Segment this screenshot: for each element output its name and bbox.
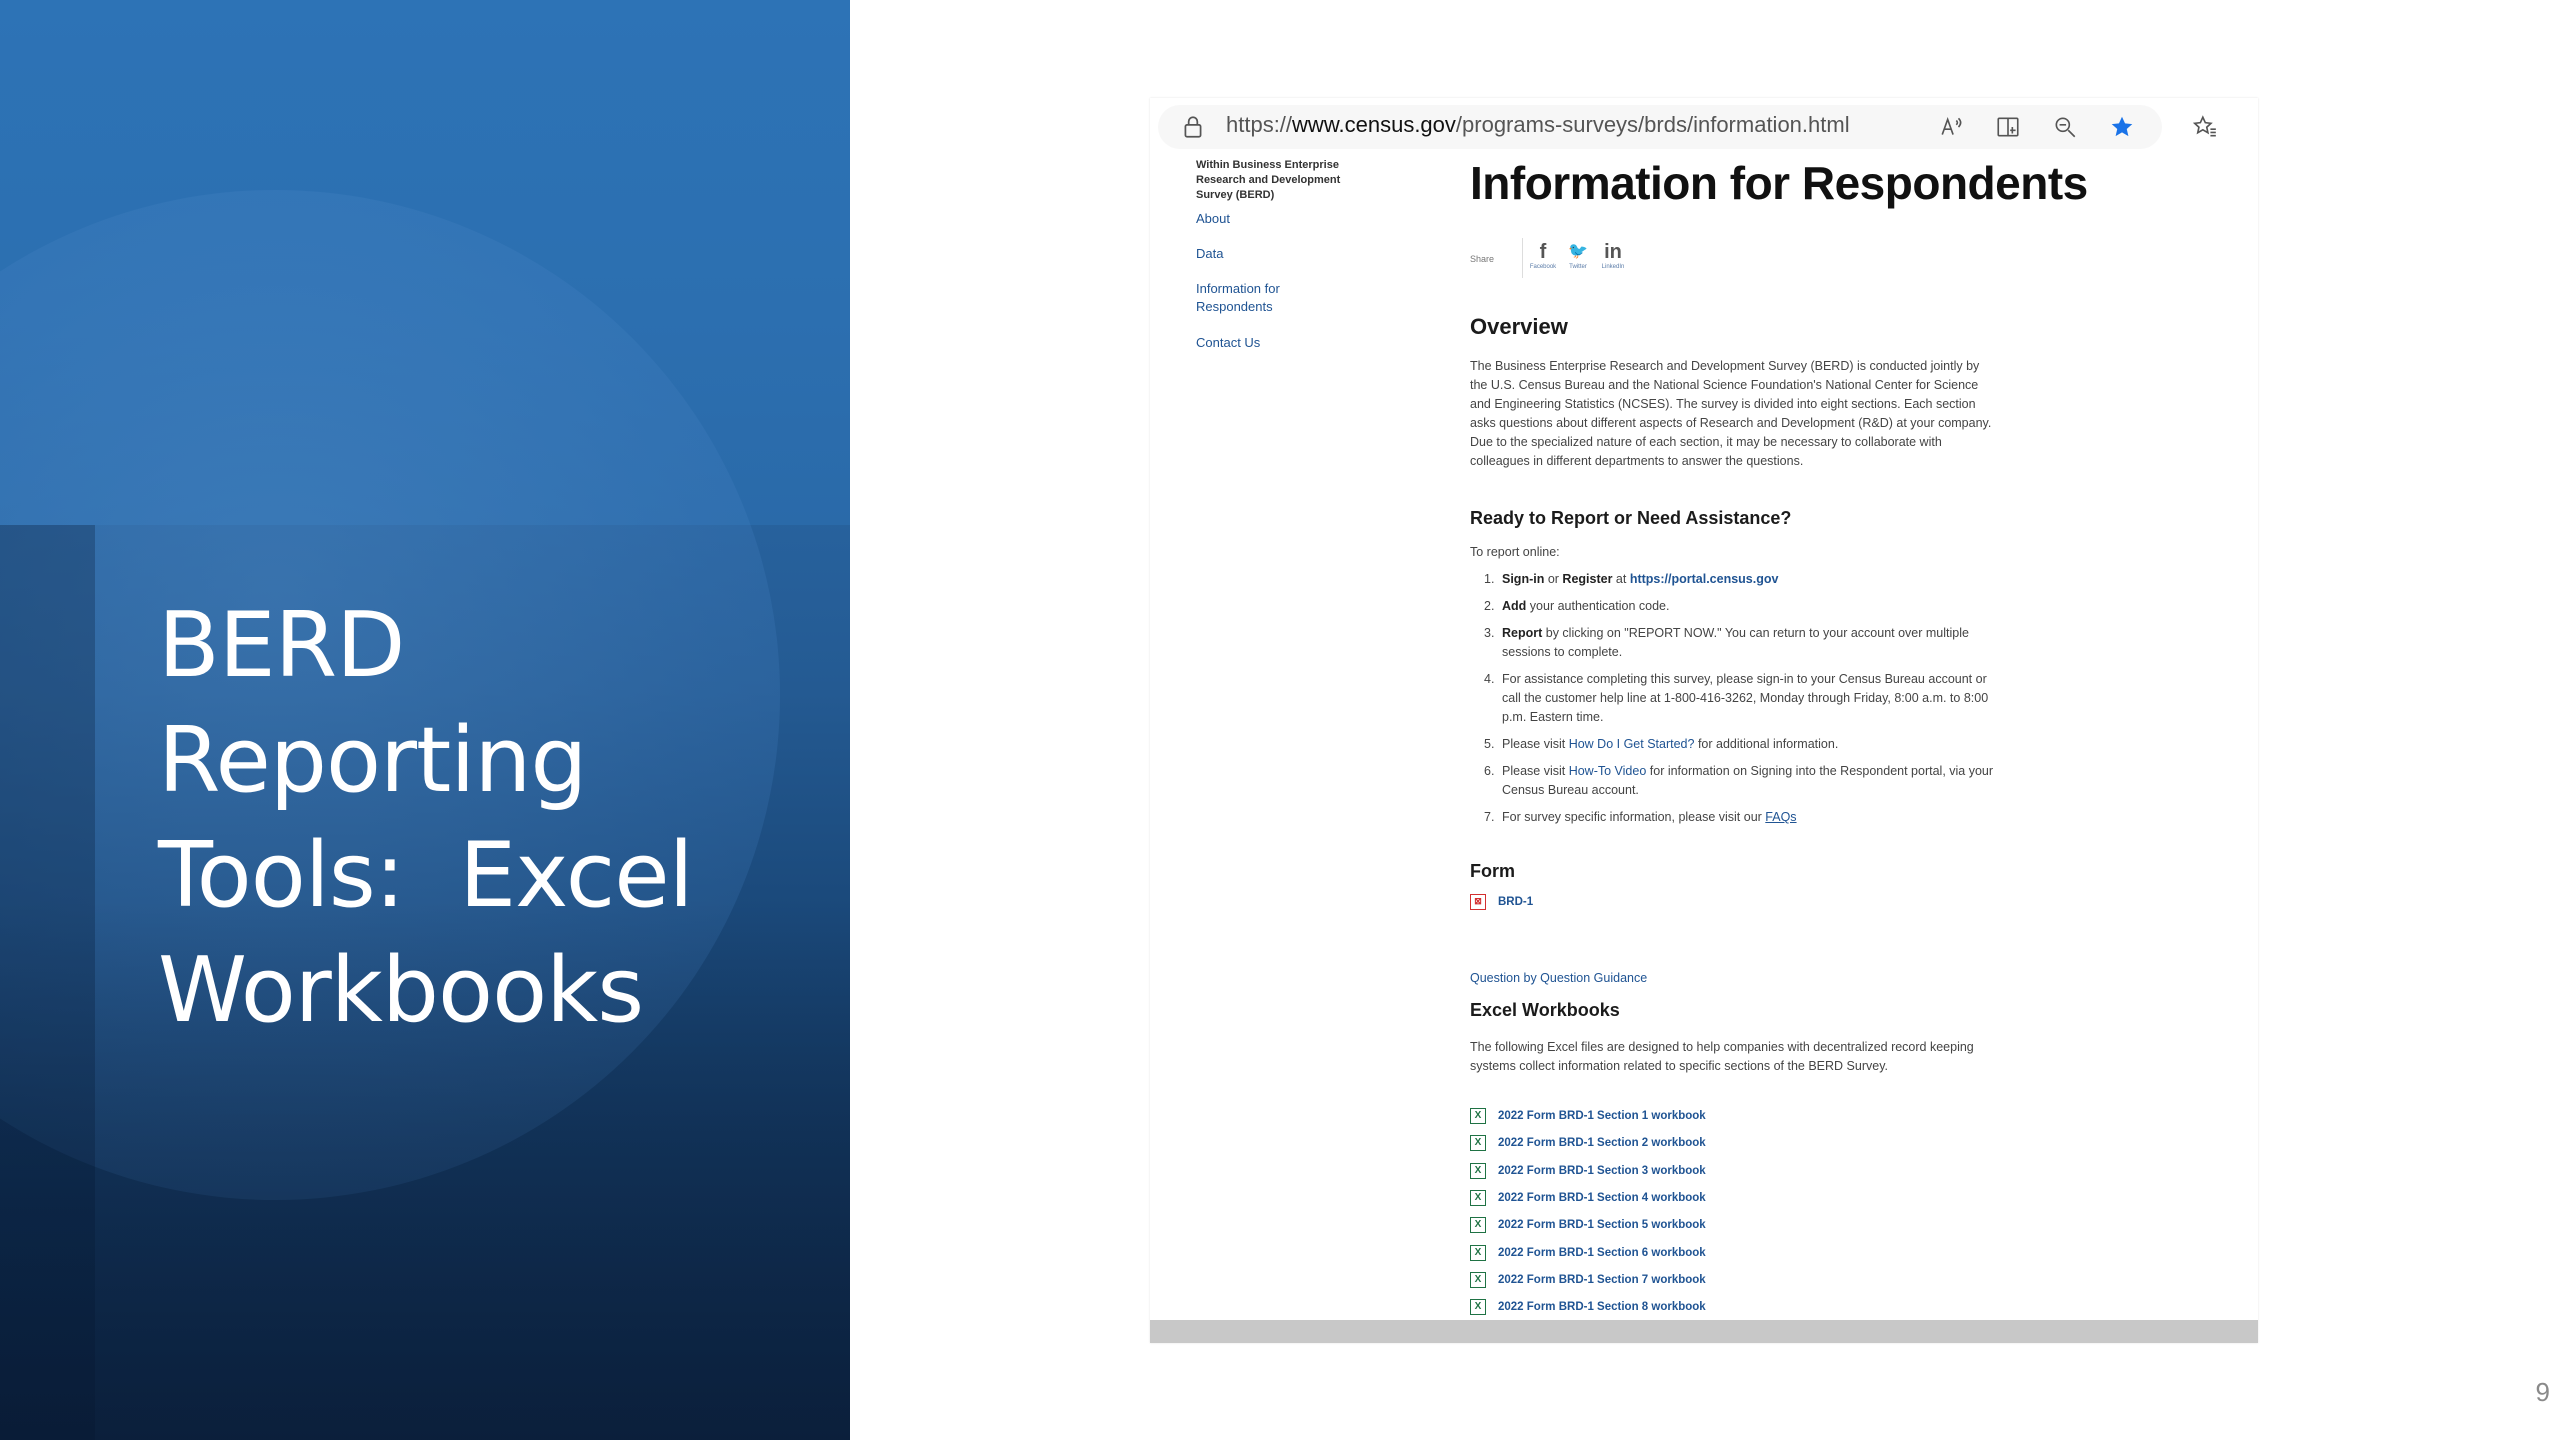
- facebook-caption: Facebook: [1529, 264, 1557, 270]
- workbook-link[interactable]: X 2022 Form BRD-1 Section 2 workbook: [1470, 1133, 1706, 1153]
- immersive-reader-icon[interactable]: [1993, 112, 2023, 142]
- linkedin-caption: LinkedIn: [1601, 264, 1625, 270]
- workbook-link[interactable]: X 2022 Form BRD-1 Section 1 workbook: [1470, 1106, 1706, 1126]
- nav-link-about[interactable]: About: [1196, 210, 1356, 228]
- faqs-link[interactable]: FAQs: [1765, 810, 1796, 824]
- excel-file-icon: X: [1470, 1108, 1486, 1124]
- linkedin-share-button[interactable]: in LinkedIn: [1598, 240, 1628, 276]
- workbook-label: 2022 Form BRD-1 Section 2 workbook: [1498, 1137, 1706, 1150]
- excel-file-icon: X: [1470, 1189, 1486, 1206]
- excel-file-icon: X: [1470, 1217, 1486, 1234]
- workbook-link[interactable]: X 2022 Form BRD-1 Section 3 workbook: [1470, 1161, 1706, 1181]
- nav-link-contact-us[interactable]: Contact Us: [1196, 334, 1356, 352]
- workbook-label: 2022 Form BRD-1 Section 6 workbook: [1498, 1246, 1706, 1259]
- workbook-link[interactable]: X 2022 Form BRD-1 Section 7 workbook: [1470, 1270, 1706, 1290]
- excel-file-icon: X: [1470, 1244, 1486, 1261]
- report-online-label: To report online:: [1470, 545, 1560, 559]
- lock-icon: [1184, 116, 1202, 138]
- excel-file-icon: X: [1470, 1135, 1486, 1152]
- overview-text: The Business Enterprise Research and Dev…: [1470, 359, 1992, 468]
- workbook-label: 2022 Form BRD-1 Section 7 workbook: [1498, 1273, 1706, 1286]
- favorite-star-icon[interactable]: [2107, 112, 2137, 142]
- linkedin-icon: in: [1604, 241, 1622, 263]
- address-bar: https://www.census.gov/programs-surveys/…: [1150, 98, 2258, 157]
- share-divider: [1522, 238, 1523, 278]
- get-started-link[interactable]: How Do I Get Started?: [1569, 737, 1695, 751]
- url-path: /programs-surveys/brds/information.html: [1455, 112, 1850, 137]
- workbook-link[interactable]: X 2022 Form BRD-1 Section 8 workbook: [1470, 1297, 1706, 1317]
- workbook-label: 2022 Form BRD-1 Section 3 workbook: [1498, 1164, 1706, 1177]
- excel-workbooks-heading: Excel Workbooks: [1470, 1000, 1620, 1020]
- facebook-share-button[interactable]: f Facebook: [1528, 240, 1558, 276]
- workbook-link[interactable]: X 2022 Form BRD-1 Section 6 workbook: [1470, 1243, 1706, 1263]
- zoom-out-icon[interactable]: [2050, 112, 2080, 142]
- twitter-share-button[interactable]: 🐦 Twitter: [1563, 240, 1593, 276]
- slide-number: 9: [2535, 1377, 2550, 1407]
- how-to-video-link[interactable]: How-To Video: [1569, 764, 1647, 778]
- url-host: www.census.gov: [1292, 112, 1456, 137]
- twitter-caption: Twitter: [1569, 264, 1587, 270]
- pdf-icon: ⊠: [1470, 894, 1486, 910]
- page-title: Information for Respondents: [1470, 157, 2088, 209]
- read-aloud-icon[interactable]: [1937, 112, 1967, 142]
- guidance-link[interactable]: Question by Question Guidance: [1470, 971, 1647, 985]
- browser-screenshot: https://www.census.gov/programs-surveys/…: [1150, 98, 2258, 1343]
- slide-title-panel: BERD Reporting Tools: Excel Workbooks: [0, 0, 850, 1440]
- excel-file-icon: X: [1470, 1299, 1486, 1316]
- form-download-link[interactable]: ⊠ BRD-1: [1470, 892, 1533, 912]
- url-scheme: https://: [1226, 112, 1293, 137]
- slide-title: BERD Reporting Tools: Excel Workbooks: [158, 588, 798, 1048]
- excel-file-icon: X: [1470, 1162, 1486, 1179]
- workbook-link[interactable]: X 2022 Form BRD-1 Section 4 workbook: [1470, 1188, 1706, 1208]
- workbook-label: 2022 Form BRD-1 Section 5 workbook: [1498, 1219, 1706, 1232]
- slide-title-line: Reporting: [158, 708, 588, 813]
- workbook-link[interactable]: X 2022 Form BRD-1 Section 5 workbook: [1470, 1215, 1706, 1235]
- slide-title-line: Workbooks: [158, 938, 644, 1043]
- facebook-icon: f: [1539, 241, 1547, 263]
- nav-heading: Within Business Enterprise Research and …: [1196, 159, 1341, 201]
- twitter-icon: 🐦: [1568, 243, 1588, 260]
- overview-heading: Overview: [1470, 314, 1568, 339]
- form-heading: Form: [1470, 861, 1515, 881]
- nav-link-information-for-respondents[interactable]: Information for Respondents: [1196, 280, 1306, 316]
- nav-link-data[interactable]: Data: [1196, 245, 1356, 263]
- web-page: Within Business Enterprise Research and …: [1150, 156, 2258, 1321]
- portal-link[interactable]: https://portal.census.gov: [1630, 572, 1779, 586]
- slide-title-line: BERD: [158, 593, 405, 698]
- workbook-label: 2022 Form BRD-1 Section 8 workbook: [1498, 1301, 1706, 1314]
- workbook-label: 2022 Form BRD-1 Section 4 workbook: [1498, 1191, 1706, 1204]
- excel-description: The following Excel files are designed t…: [1470, 1040, 1974, 1073]
- horizontal-scrollbar[interactable]: [1150, 1320, 2258, 1343]
- url-text[interactable]: https://www.census.gov/programs-surveys/…: [1226, 112, 1850, 138]
- share-label: Share: [1470, 254, 1495, 264]
- slide-title-line: Tools: Excel: [158, 823, 694, 928]
- ready-heading: Ready to Report or Need Assistance?: [1470, 508, 1792, 528]
- favorites-icon[interactable]: [2190, 112, 2220, 142]
- excel-file-icon: X: [1470, 1271, 1486, 1288]
- workbook-label: 2022 Form BRD-1 Section 1 workbook: [1498, 1110, 1706, 1122]
